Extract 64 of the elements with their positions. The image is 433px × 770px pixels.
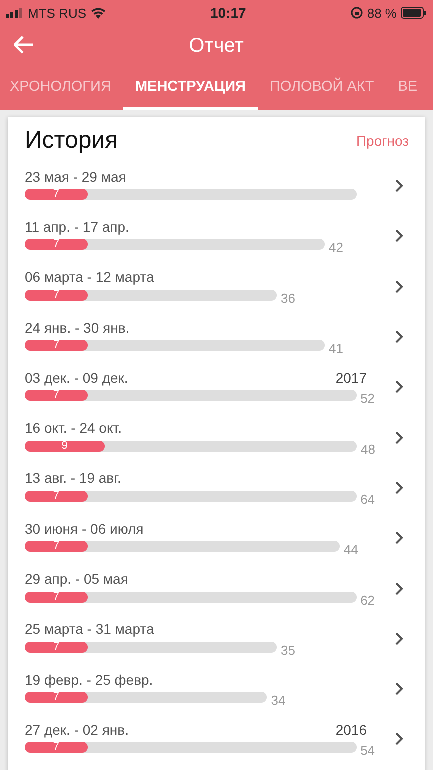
signal-icon <box>6 8 24 18</box>
chevron-right-icon[interactable] <box>395 229 404 244</box>
date-range: 30 июня - 06 июля <box>25 520 144 538</box>
date-range: 19 февр. - 25 февр. <box>25 672 154 689</box>
wifi-icon <box>90 8 106 18</box>
period-days: 7 <box>53 692 60 704</box>
period-days: 7 <box>53 592 60 603</box>
date-range: 16 окт. - 24 окт. <box>25 420 122 438</box>
cycle-length: 64 <box>360 492 376 507</box>
date-range: 23 мая - 29 мая <box>25 168 126 186</box>
chevron-right-icon[interactable] <box>395 330 404 344</box>
cycle-length: 41 <box>329 341 344 356</box>
date-range: 24 янв. - 30 янв. <box>25 320 130 337</box>
period-days: 7 <box>53 189 60 200</box>
period-days: 7 <box>53 541 60 552</box>
chevron-right-icon[interactable] <box>395 732 404 746</box>
date-range: 27 дек. - 02 янв. <box>25 722 129 739</box>
cycle-length: 44 <box>344 542 358 558</box>
tab[interactable]: ПОЛОВОЙ АКТ <box>258 66 386 110</box>
year-label: 2016 <box>336 722 367 739</box>
date-range: 13 авг. - 19 авг. <box>25 470 122 488</box>
status-time: 10:17 <box>210 5 246 21</box>
cycle-length: 35 <box>281 642 296 658</box>
date-range: 03 дек. - 09 дек. <box>25 370 128 387</box>
chevron-right-icon[interactable] <box>395 380 404 394</box>
chevron-right-icon[interactable] <box>395 430 404 445</box>
cycle-length: 54 <box>360 743 376 758</box>
date-range: 29 апр. - 05 мая <box>25 571 128 588</box>
chevron-right-icon[interactable] <box>395 480 404 495</box>
date-range: 11 апр. - 17 апр. <box>25 218 130 236</box>
section-title: История <box>25 127 118 155</box>
period-days: 7 <box>53 742 60 754</box>
rotation-lock-icon <box>351 7 364 19</box>
battery-icon <box>400 7 427 19</box>
date-range: 06 марта - 12 марта <box>25 269 154 286</box>
year-label: 2017 <box>336 370 367 387</box>
cycle-length: 48 <box>361 442 376 457</box>
period-days: 7 <box>53 642 60 653</box>
chevron-right-icon[interactable] <box>395 531 404 546</box>
period-days: 7 <box>53 490 60 502</box>
cycle-length: 42 <box>329 240 344 256</box>
period-days: 7 <box>53 390 60 402</box>
chevron-right-icon[interactable] <box>395 582 404 596</box>
battery-percent: 88 % <box>367 6 397 20</box>
period-days: 7 <box>53 239 60 250</box>
tab[interactable]: МЕНСТРУАЦИЯ <box>123 66 258 110</box>
cycle-length: 62 <box>360 592 376 608</box>
tab[interactable]: ХРОНОЛОГИЯ <box>0 66 124 110</box>
chevron-right-icon[interactable] <box>395 632 404 646</box>
screen-title: Отчет <box>189 34 244 58</box>
chevron-right-icon[interactable] <box>395 280 404 294</box>
period-days: 9 <box>62 440 68 452</box>
period-days: 7 <box>53 290 60 301</box>
cycle-length: 52 <box>360 391 376 406</box>
cycle-length: 34 <box>271 693 286 708</box>
date-range: 25 марта - 31 марта <box>25 621 154 638</box>
forecast-link[interactable]: Прогноз <box>356 133 409 149</box>
chevron-right-icon[interactable] <box>395 682 404 696</box>
cycle-length: 36 <box>281 290 296 306</box>
tab[interactable]: ВЕ <box>386 66 430 110</box>
carrier-name: MTS RUS <box>28 6 86 20</box>
period-days: 7 <box>53 340 60 352</box>
chevron-right-icon[interactable] <box>395 179 404 194</box>
back-button[interactable] <box>12 34 36 56</box>
